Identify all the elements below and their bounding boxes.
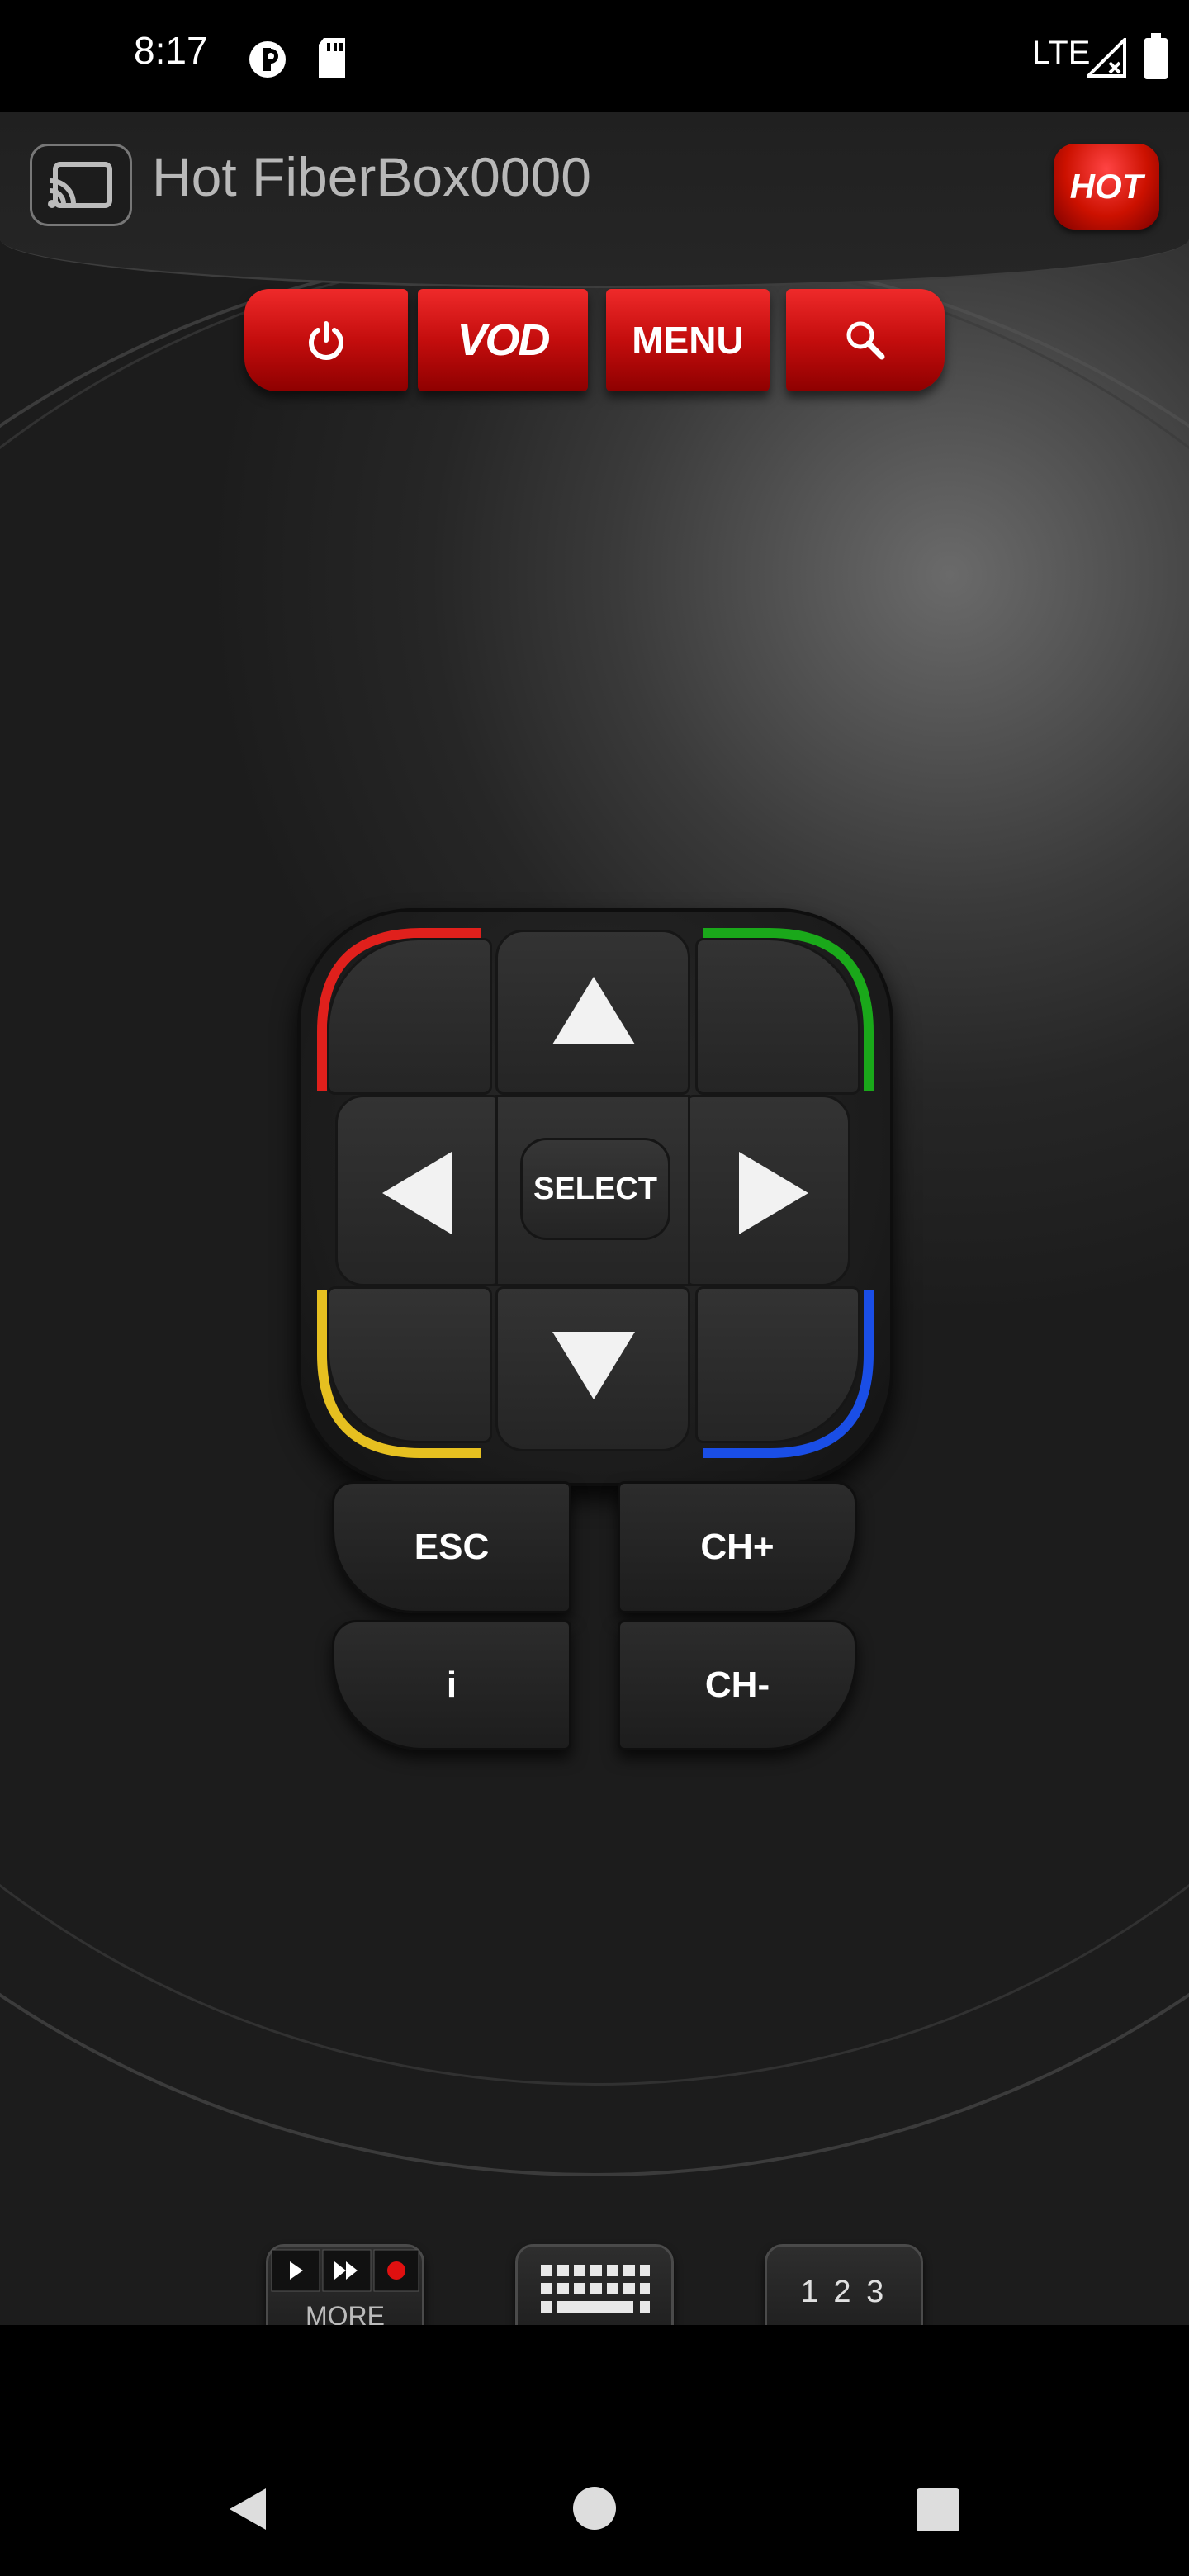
numpad-label: 1 2 3 bbox=[800, 2275, 888, 2309]
power-icon bbox=[309, 321, 343, 360]
more-button[interactable]: MORE bbox=[266, 2244, 424, 2325]
recents-icon[interactable] bbox=[917, 2488, 959, 2531]
search-icon bbox=[846, 321, 885, 360]
battery-icon bbox=[1144, 33, 1168, 83]
signal-icon bbox=[1084, 36, 1128, 82]
sd-card-icon bbox=[315, 36, 348, 83]
dpad-right-button[interactable] bbox=[685, 1095, 850, 1286]
select-button[interactable]: SELECT bbox=[520, 1138, 670, 1240]
keyboard-icon bbox=[541, 2265, 650, 2313]
dpad-down-button[interactable] bbox=[495, 1286, 690, 1451]
navigation-bar bbox=[0, 2325, 1189, 2576]
search-button[interactable] bbox=[786, 289, 945, 391]
menu-label: MENU bbox=[632, 319, 744, 362]
arrow-up-icon bbox=[552, 977, 635, 1044]
channel-down-label: CH- bbox=[704, 1664, 770, 1705]
menu-button[interactable]: MENU bbox=[606, 289, 770, 391]
network-type: LTE bbox=[1032, 35, 1091, 71]
more-label: MORE bbox=[306, 2301, 385, 2325]
playback-controls-icon bbox=[271, 2249, 419, 2292]
arrow-down-icon bbox=[552, 1332, 635, 1399]
info-button[interactable]: i bbox=[332, 1620, 571, 1750]
channel-up-label: CH+ bbox=[700, 1527, 775, 1567]
dpad-up-button[interactable] bbox=[495, 930, 690, 1095]
dpad-left-button[interactable] bbox=[335, 1095, 500, 1286]
info-label: i bbox=[446, 1664, 457, 1705]
keyboard-button[interactable] bbox=[515, 2244, 674, 2325]
status-time: 8:17 bbox=[134, 29, 208, 72]
status-bar: 8:17 LTE bbox=[0, 0, 1189, 112]
device-title: Hot FiberBox0000 bbox=[152, 146, 591, 207]
remote-app: Hot FiberBox0000 HOT VOD MENU SELECT ESC bbox=[0, 112, 1189, 2325]
vod-button[interactable]: VOD bbox=[418, 289, 588, 391]
home-icon[interactable] bbox=[571, 2485, 618, 2531]
power-button[interactable] bbox=[244, 289, 408, 391]
arrow-left-icon bbox=[382, 1152, 452, 1234]
channel-down-button[interactable]: CH- bbox=[618, 1620, 857, 1750]
esc-label: ESC bbox=[414, 1527, 490, 1567]
arrow-right-icon bbox=[739, 1152, 808, 1234]
hot-logo: HOT bbox=[1054, 144, 1159, 230]
cast-button[interactable] bbox=[30, 144, 132, 226]
esc-button[interactable]: ESC bbox=[332, 1481, 571, 1613]
data-saver-icon bbox=[246, 38, 289, 85]
numpad-button[interactable]: 1 2 3 bbox=[765, 2244, 923, 2325]
vod-label: VOD bbox=[457, 315, 550, 365]
channel-up-button[interactable]: CH+ bbox=[618, 1481, 857, 1613]
back-icon[interactable] bbox=[223, 2484, 274, 2535]
